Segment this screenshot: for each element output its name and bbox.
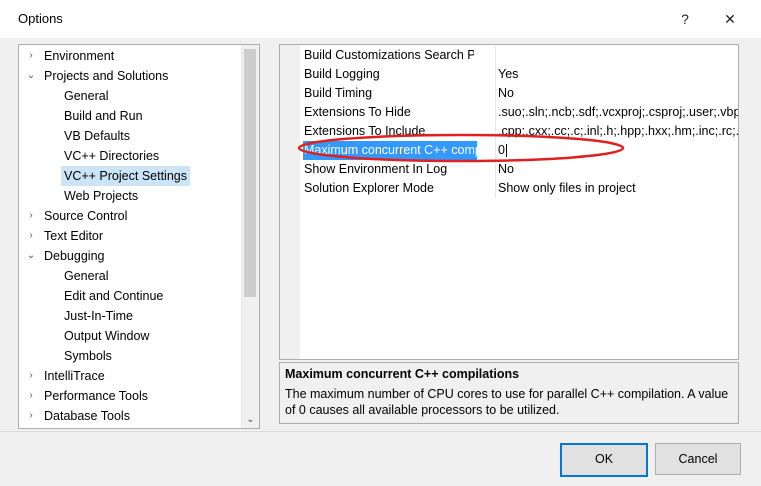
property-value-text: 0 [498,143,505,157]
property-value-text: Yes [498,67,519,81]
tree-scrollbar[interactable]: ⌄ [241,45,259,428]
tree-item-label: Debugging [44,249,105,263]
tree-item-label: VC++ Project Settings [61,166,190,186]
column-divider[interactable] [495,103,496,122]
property-name: Build Customizations Search Path [304,48,474,62]
property-row[interactable]: Show Environment In Log No [300,160,738,179]
close-button[interactable]: ✕ [715,8,745,30]
property-row[interactable]: Build Logging Yes [300,65,738,84]
window-title: Options [18,11,63,26]
property-value: No [498,84,738,103]
tree-item-label: IntelliTrace [44,369,105,383]
scrollbar-thumb[interactable] [244,49,256,297]
scroll-down-arrow-icon[interactable]: ⌄ [242,411,259,428]
expand-arrow-icon[interactable]: › [25,206,37,226]
property-value: .suo;.sln;.ncb;.sdf;.vcxproj;.csproj;.us… [498,103,738,122]
description-text: The maximum number of CPU cores to use f… [285,387,729,417]
property-row[interactable]: Solution Explorer Mode Show only files in… [300,179,738,198]
expand-arrow-icon[interactable]: › [25,226,37,246]
property-name: Build Logging [304,67,380,81]
tree-item-label: Symbols [64,349,112,363]
column-divider[interactable] [495,84,496,103]
property-value-text: .cpp;.cxx;.cc;.c;.inl;.h;.hpp;.hxx;.hm;.… [498,124,738,138]
title-bar: Options ? ✕ [0,0,761,38]
property-value: Show only files in project [498,179,738,198]
property-row[interactable]: Extensions To Hide .suo;.sln;.ncb;.sdf;.v… [300,103,738,122]
tree-item-label: Text Editor [44,229,104,243]
property-name: Extensions To Include [304,124,426,138]
tree-item-label: Source Control [44,209,128,223]
tree-item-label: General [64,269,109,283]
tree-item-label: VC++ Directories [64,149,160,163]
expand-arrow-icon[interactable]: › [25,46,37,66]
property-name: Build Timing [304,86,373,100]
property-value-text: No [498,86,514,100]
property-grid-gutter [280,45,300,359]
property-name: Show Environment In Log [304,162,448,176]
tree-item-label: General [64,89,109,103]
collapse-arrow-icon[interactable]: ⌄ [25,246,37,266]
tree-item-label: Edit and Continue [64,289,164,303]
property-grid: Build Customizations Search Path Build Lo… [279,44,739,360]
expand-arrow-icon[interactable]: › [25,366,37,386]
property-row[interactable]: Extensions To Include .cpp;.cxx;.cc;.c;.i… [300,122,738,141]
column-divider[interactable] [495,141,496,160]
expand-arrow-icon[interactable]: › [25,406,37,426]
column-divider[interactable] [495,46,496,65]
tree-item-label: Projects and Solutions [44,69,169,83]
property-name: Extensions To Hide [304,105,411,119]
tree-item-label: Just-In-Time [64,309,133,323]
footer-divider [0,431,761,432]
collapse-arrow-icon[interactable]: ⌄ [25,66,37,86]
property-name: Solution Explorer Mode [304,181,434,195]
tree-item-label: Build and Run [64,109,143,123]
property-value-text: Show only files in project [498,181,636,195]
tree-item-label: Database Tools [44,409,130,423]
options-tree: › Environment ⌄ Projects and Solutions Gener… [18,44,260,429]
description-title: Maximum concurrent C++ compilations [285,367,520,381]
column-divider[interactable] [495,122,496,141]
tree-item-label: Output Window [64,329,150,343]
property-row[interactable]: Build Timing No [300,84,738,103]
column-divider[interactable] [495,179,496,198]
tree-item-label: Environment [44,49,115,63]
column-divider[interactable] [495,160,496,179]
property-value: .cpp;.cxx;.cc;.c;.inl;.h;.hpp;.hxx;.hm;.… [498,122,738,141]
property-value: No [498,160,738,179]
property-name: Maximum concurrent C++ compilations [303,141,477,160]
tree-item-label: Web Projects [64,189,139,203]
property-value-input[interactable]: 0 [498,141,738,160]
help-button[interactable]: ? [670,8,700,30]
ok-button[interactable]: OK [560,443,648,477]
cancel-button[interactable]: Cancel [655,443,741,475]
text-caret [505,144,507,158]
tree-item-label: VB Defaults [64,129,131,143]
property-value-text: No [498,162,514,176]
column-divider[interactable] [495,65,496,84]
expand-arrow-icon[interactable]: › [25,386,37,406]
property-value: Yes [498,65,738,84]
property-row[interactable]: Build Customizations Search Path [300,46,738,65]
tree-item-label: Performance Tools [44,389,148,403]
description-panel: Maximum concurrent C++ compilations The … [279,362,739,424]
property-row[interactable]: Maximum concurrent C++ compilations 0 [300,141,738,160]
property-value-text: .suo;.sln;.ncb;.sdf;.vcxproj;.csproj;.us… [498,105,738,119]
